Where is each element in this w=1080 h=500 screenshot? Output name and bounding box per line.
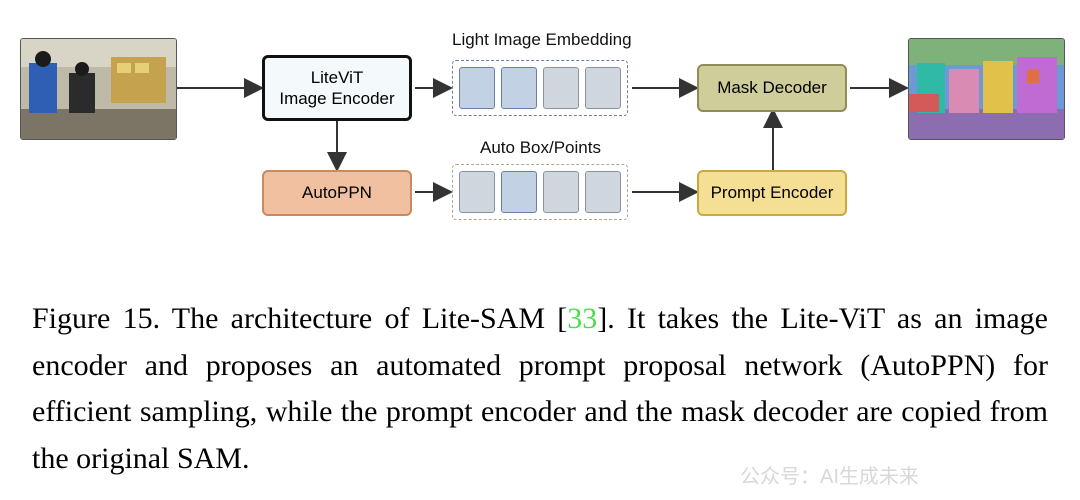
architecture-diagram: LiteViT Image Encoder Light Image Embedd… — [0, 0, 1080, 270]
output-image — [908, 38, 1065, 140]
auto-boxpoints-label: Auto Box/Points — [480, 138, 601, 158]
caption-pre: The architecture of Lite-SAM [ — [160, 302, 567, 335]
autoppn-block: AutoPPN — [262, 170, 412, 216]
light-embedding-tiles — [452, 60, 628, 116]
prompt-encoder-block: Prompt Encoder — [697, 170, 847, 216]
citation-ref[interactable]: 33 — [567, 302, 597, 335]
figure-number: Figure 15. — [32, 302, 160, 335]
input-image — [20, 38, 177, 140]
image-encoder-block: LiteViT Image Encoder — [262, 55, 412, 121]
watermark-text: 公众号：AI生成未来 — [740, 460, 919, 489]
auto-boxpoints-tiles — [452, 164, 628, 220]
light-embedding-label: Light Image Embedding — [452, 30, 632, 50]
figure-caption: Figure 15. The architecture of Lite-SAM … — [0, 270, 1080, 482]
mask-decoder-block: Mask Decoder — [697, 64, 847, 112]
